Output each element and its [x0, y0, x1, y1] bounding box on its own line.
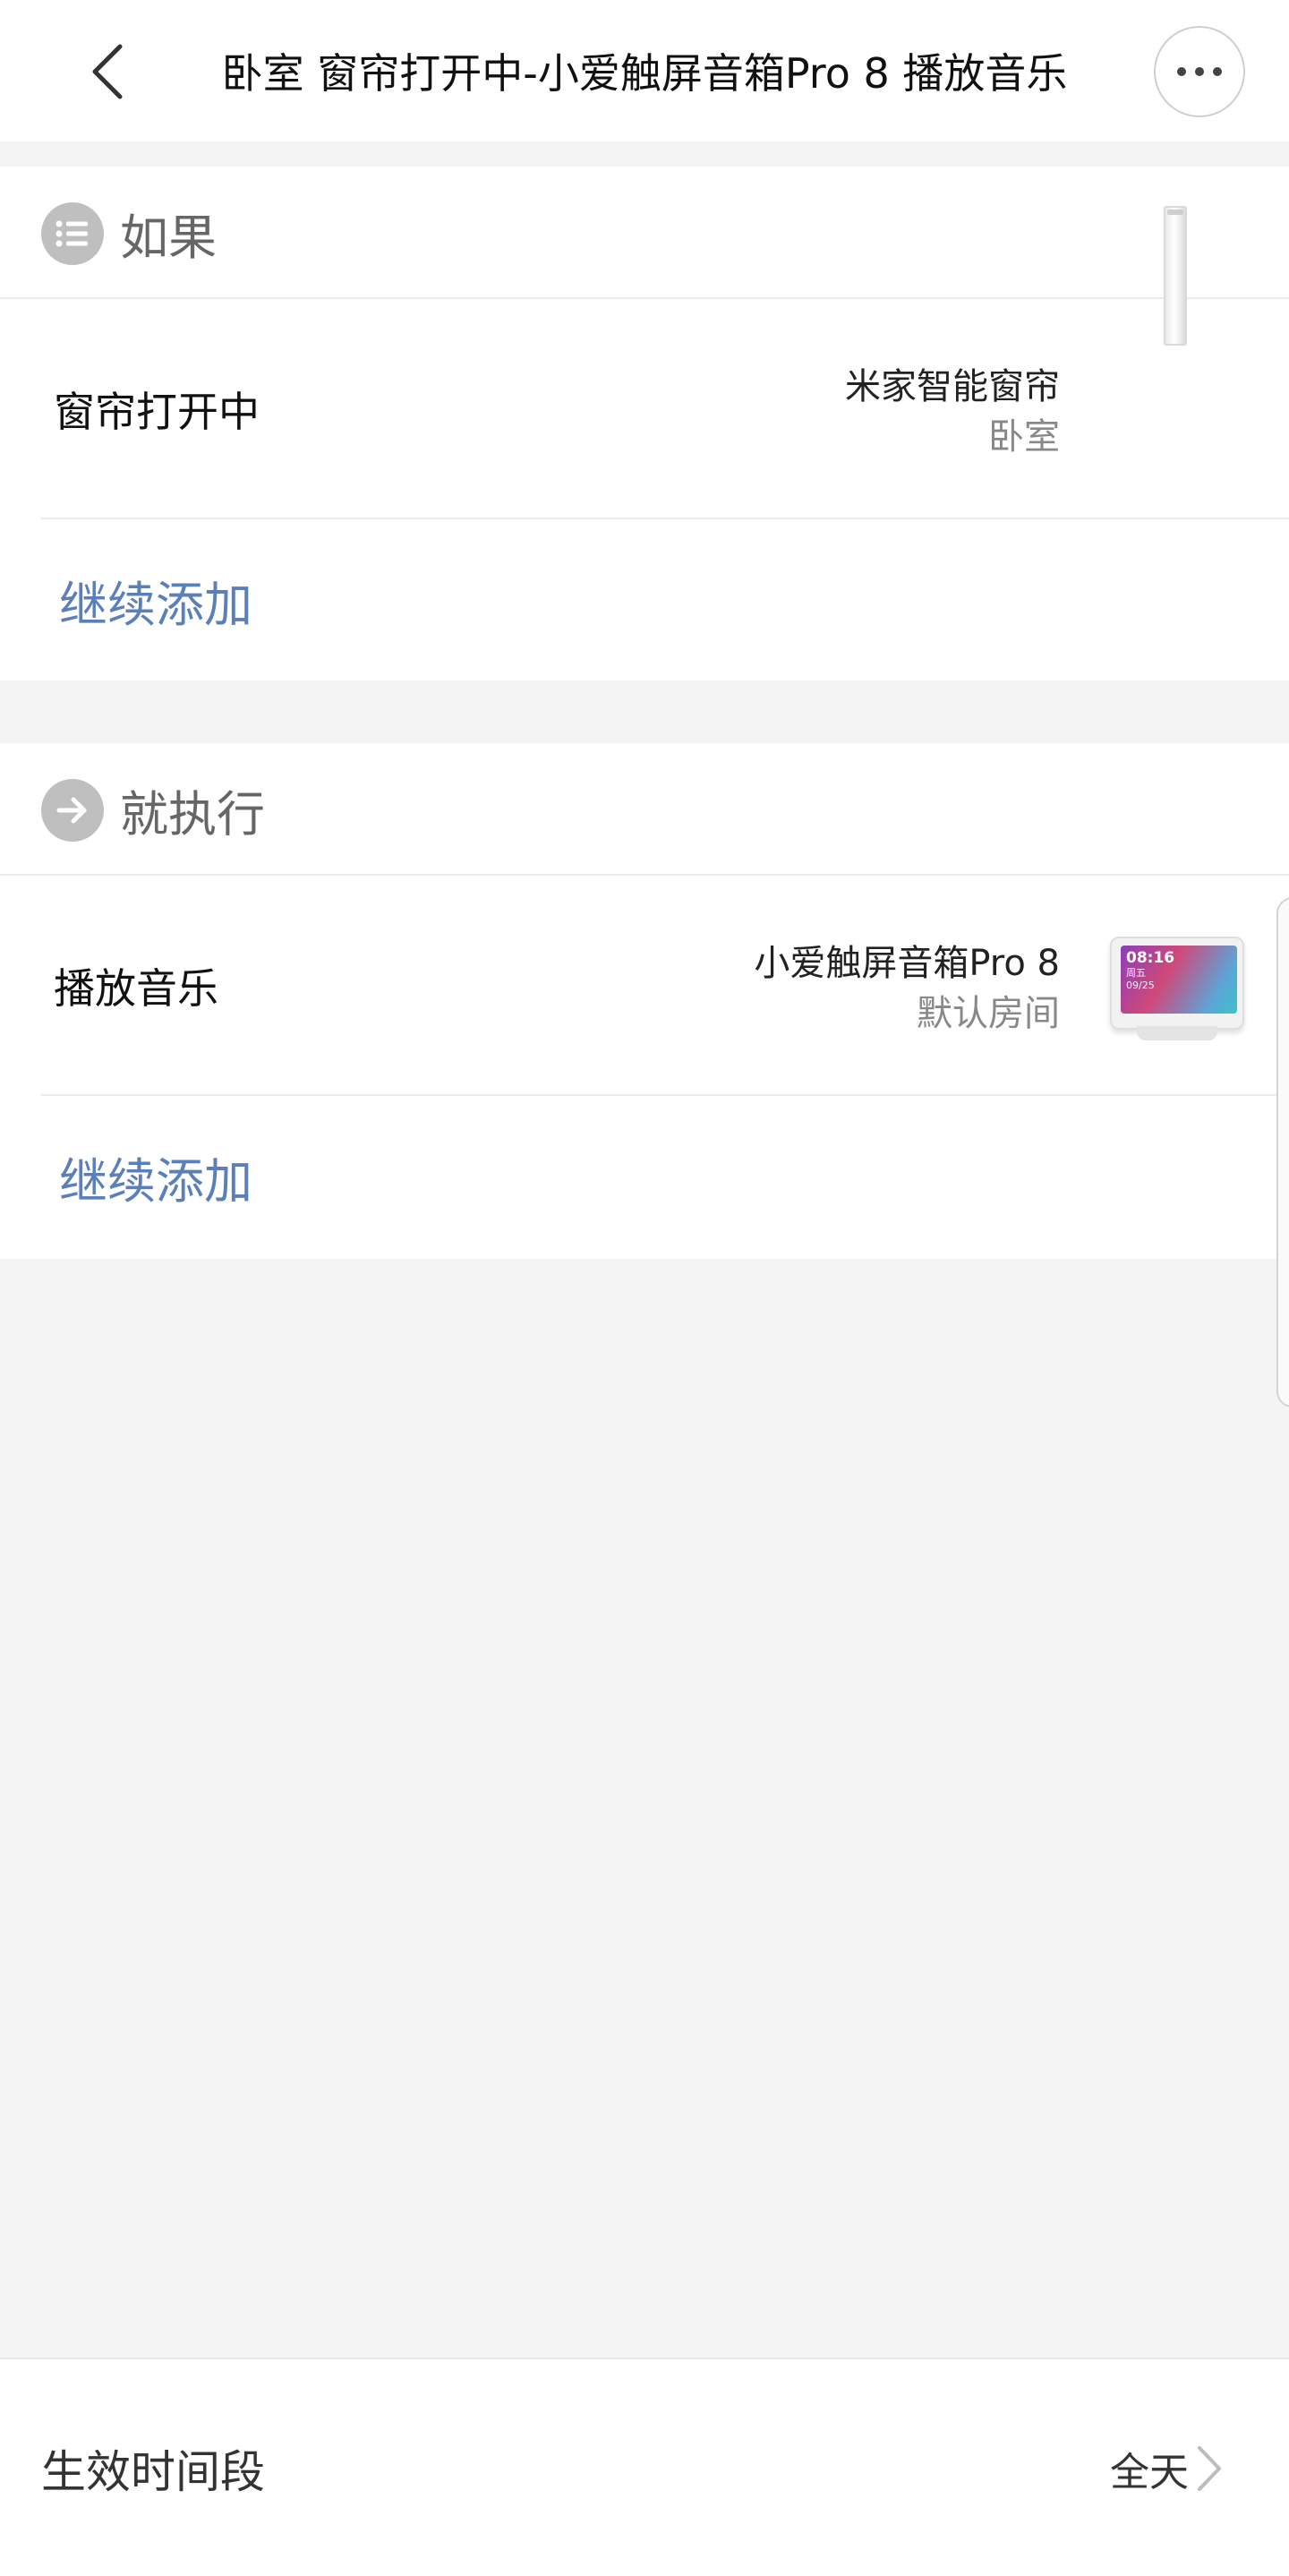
speaker-screen-time: 08:16	[1126, 949, 1175, 967]
arrow-right-icon	[41, 779, 104, 842]
chevron-left-icon	[92, 44, 123, 99]
action-device-name: 小爱触屏音箱Pro 8	[754, 943, 1060, 984]
if-add-more-link[interactable]: 继续添加	[59, 519, 252, 680]
then-add-more-link[interactable]: 继续添加	[59, 1096, 252, 1257]
more-dots-icon	[1177, 67, 1186, 76]
back-button[interactable]	[72, 36, 143, 107]
time-period-label: 生效时间段	[41, 2446, 265, 2498]
then-section-header: 就执行	[0, 743, 1289, 876]
top-bar: 卧室 窗帘打开中-小爱触屏音箱Pro 8 播放音乐	[0, 0, 1289, 141]
then-section: 就执行 播放音乐 小爱触屏音箱Pro 8 默认房间 继续添加	[0, 743, 1289, 1259]
time-period-value: 全天	[1110, 2450, 1189, 2495]
page-title: 卧室 窗帘打开中-小爱触屏音箱Pro 8 播放音乐	[221, 49, 1068, 98]
curtain-image	[1164, 206, 1187, 346]
more-button[interactable]	[1154, 26, 1245, 117]
chevron-right-icon	[1198, 2446, 1221, 2491]
speaker-image: 08:16 周五 09/25	[1110, 937, 1244, 1040]
edge-drawer-handle[interactable]	[1276, 897, 1289, 1408]
speaker-body: 08:16 周五 09/25	[1110, 937, 1244, 1030]
condition-device-room: 卧室	[988, 416, 1060, 458]
more-dot	[1213, 67, 1222, 76]
speaker-base	[1137, 1026, 1217, 1040]
speaker-screen-date: 09/25	[1126, 980, 1155, 991]
if-section-title: 如果	[120, 209, 217, 266]
condition-row[interactable]: 窗帘打开中 米家智能窗帘 卧室	[0, 301, 1289, 518]
if-section: 如果 窗帘打开中 米家智能窗帘 卧室 继续添加	[0, 167, 1289, 680]
then-section-title: 就执行	[120, 785, 265, 843]
condition-label: 窗帘打开中	[54, 388, 260, 436]
action-label: 播放音乐	[54, 964, 218, 1013]
action-row[interactable]: 播放音乐 小爱触屏音箱Pro 8 默认房间	[0, 877, 1289, 1094]
more-dot	[1195, 67, 1204, 76]
action-device-room: 默认房间	[917, 993, 1060, 1034]
condition-device-name: 米家智能窗帘	[845, 366, 1060, 407]
action-device: 小爱触屏音箱Pro 8 默认房间	[754, 938, 1060, 1039]
time-period-row[interactable]: 生效时间段 全天	[0, 2358, 1289, 2576]
speaker-screen: 08:16 周五 09/25	[1121, 946, 1237, 1014]
list-icon	[41, 202, 104, 265]
if-section-header: 如果	[0, 167, 1289, 299]
speaker-screen-day: 周五	[1126, 967, 1146, 979]
condition-device: 米家智能窗帘 卧室	[845, 362, 1060, 462]
